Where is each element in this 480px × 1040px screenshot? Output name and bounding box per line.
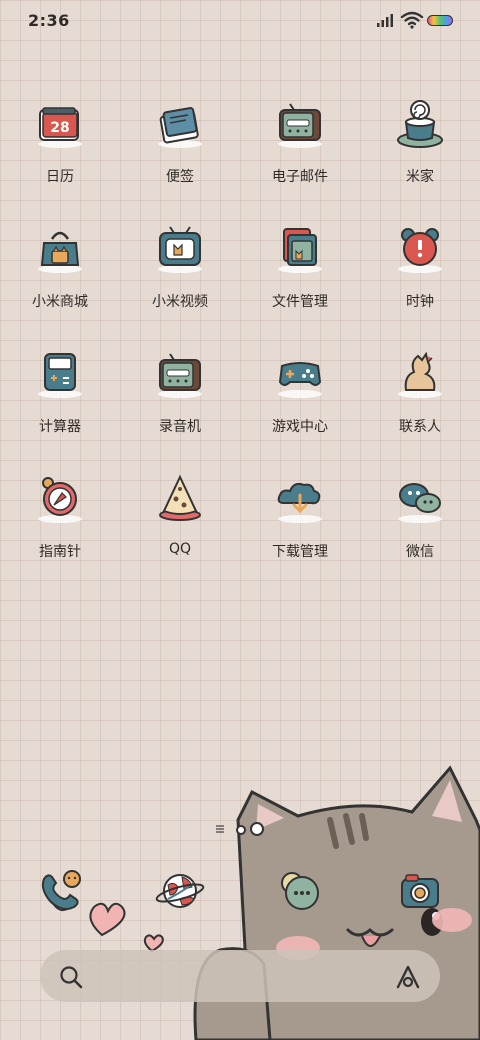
game-center-icon [278, 362, 322, 398]
app-compass[interactable]: 指南针 [0, 467, 120, 592]
mi-video-icon [158, 226, 202, 273]
app-label: QQ [168, 541, 192, 557]
qq-icon [159, 474, 201, 521]
app-label: 文件管理 [272, 294, 328, 310]
app-label: 便签 [166, 169, 194, 185]
download-manager-icon [277, 482, 322, 523]
dock-messages[interactable] [240, 865, 360, 925]
page-indicator[interactable] [216, 822, 276, 836]
status-bar: 2:36 [0, 0, 480, 40]
dock-browser[interactable] [120, 865, 240, 925]
app-label: 电子邮件 [272, 169, 328, 185]
app-download-manager[interactable]: 下载管理 [240, 467, 360, 592]
app-email[interactable]: 电子邮件 [240, 92, 360, 217]
clock-icon [398, 228, 442, 273]
dock [0, 865, 480, 925]
app-recorder[interactable]: 录音机 [120, 342, 240, 467]
search-bar[interactable] [40, 950, 440, 1002]
app-clock[interactable]: 时钟 [360, 217, 480, 342]
calculator-icon [38, 353, 82, 398]
app-label: 计算器 [39, 419, 81, 435]
signal-icon [377, 14, 393, 27]
wifi-icon [400, 11, 424, 29]
search-icon [60, 966, 83, 989]
phone-icon [41, 870, 81, 912]
app-label: 时钟 [406, 294, 434, 310]
browser-icon [155, 874, 205, 908]
app-label: 米家 [406, 169, 434, 185]
file-manager-icon [278, 228, 322, 273]
page-dot[interactable] [236, 825, 246, 835]
app-calendar[interactable]: 28 日历 [0, 92, 120, 217]
app-contacts[interactable]: 联系人 [360, 342, 480, 467]
app-mi-video[interactable]: 小米视频 [120, 217, 240, 342]
mijia-icon [397, 100, 443, 148]
messages-icon [281, 872, 319, 910]
status-time: 2:36 [28, 11, 70, 30]
wechat-icon [398, 483, 442, 523]
contacts-icon [398, 351, 442, 398]
app-notes[interactable]: 便签 [120, 92, 240, 217]
email-icon [278, 103, 322, 148]
page-dot-active[interactable] [250, 822, 264, 836]
app-label: 小米视频 [152, 294, 208, 310]
compass-icon [38, 477, 82, 523]
app-label: 微信 [406, 544, 434, 560]
recorder-icon [158, 353, 202, 398]
notes-icon [158, 107, 202, 148]
app-grid: 28 日历 便签 电子邮件 米家 小米商城 小米视频 文件管理 时钟 计算器 录… [0, 92, 480, 592]
app-qq[interactable]: QQ [120, 467, 240, 592]
mi-store-icon [38, 231, 82, 273]
dock-phone[interactable] [0, 865, 120, 925]
xiaoai-assistant-icon[interactable] [394, 963, 422, 991]
app-label: 下载管理 [272, 544, 328, 560]
app-wechat[interactable]: 微信 [360, 467, 480, 592]
app-mijia[interactable]: 米家 [360, 92, 480, 217]
calendar-date: 28 [50, 120, 69, 136]
app-label: 游戏中心 [272, 419, 328, 435]
calendar-icon: 28 [38, 107, 82, 148]
app-label: 联系人 [399, 419, 441, 435]
menu-lines-icon [216, 825, 224, 833]
app-label: 小米商城 [32, 294, 88, 310]
app-mi-store[interactable]: 小米商城 [0, 217, 120, 342]
camera-icon [401, 874, 439, 908]
app-file-manager[interactable]: 文件管理 [240, 217, 360, 342]
app-label: 指南针 [39, 544, 81, 560]
battery-icon [427, 15, 453, 26]
dock-camera[interactable] [360, 865, 480, 925]
app-game-center[interactable]: 游戏中心 [240, 342, 360, 467]
app-label: 录音机 [159, 419, 201, 435]
app-label: 日历 [46, 169, 74, 185]
app-calculator[interactable]: 计算器 [0, 342, 120, 467]
